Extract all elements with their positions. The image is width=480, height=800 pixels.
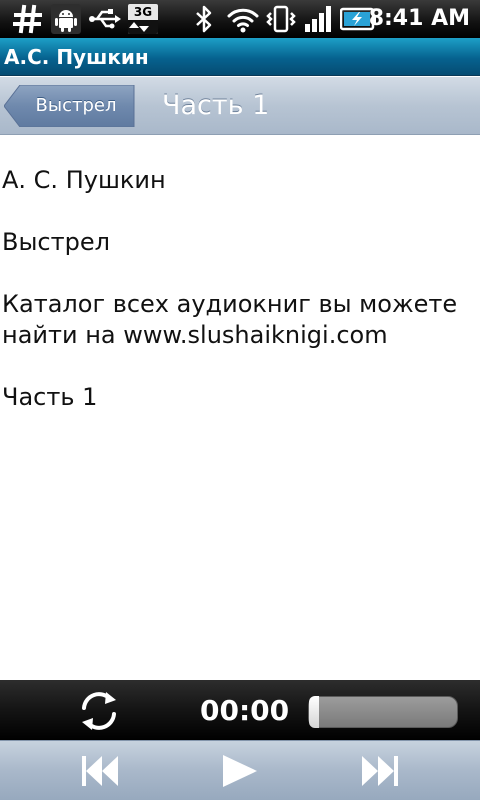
status-bar: 3G 8:41 AM [0, 0, 480, 38]
app-title-bar: А.С. Пушкин [0, 38, 480, 76]
hash-icon [12, 4, 44, 34]
navigation-bar: Выстрел Часть 1 [0, 77, 480, 135]
content-catalog-note: Каталог всех аудиокниг вы можете найти н… [2, 290, 458, 349]
text-content: А. С. Пушкин Выстрел Каталог всех аудиок… [0, 135, 480, 680]
rewind-button[interactable] [80, 753, 120, 789]
fast-forward-icon [362, 756, 398, 786]
network-label: 3G [133, 5, 153, 19]
content-title: Выстрел [2, 228, 110, 256]
content-part: Часть 1 [2, 383, 98, 411]
repeat-icon [82, 692, 116, 730]
play-button[interactable] [220, 753, 260, 789]
player-bar: 00:00 [0, 680, 480, 740]
signal-icon [302, 4, 336, 34]
bluetooth-icon [190, 4, 218, 34]
progress-slider[interactable] [308, 696, 458, 728]
controls-bar [0, 740, 480, 800]
wifi-icon [224, 4, 262, 34]
repeat-button[interactable] [76, 688, 122, 734]
page-title: А.С. Пушкин [4, 45, 149, 69]
back-button[interactable]: Выстрел [4, 85, 136, 127]
section-title: Часть 1 [162, 90, 270, 121]
progress-knob[interactable] [309, 696, 319, 728]
fast-forward-button[interactable] [360, 753, 400, 789]
playback-time: 00:00 [200, 694, 290, 727]
3g-icon: 3G [128, 4, 158, 34]
rewind-icon [82, 756, 118, 786]
android-debug-icon [50, 4, 82, 34]
content-author: А. С. Пушкин [2, 166, 166, 194]
back-button-label: Выстрел [35, 95, 117, 116]
usb-icon [88, 4, 122, 34]
play-icon [223, 755, 257, 787]
vibrate-icon [264, 4, 298, 34]
clock: 8:41 AM [368, 6, 470, 31]
